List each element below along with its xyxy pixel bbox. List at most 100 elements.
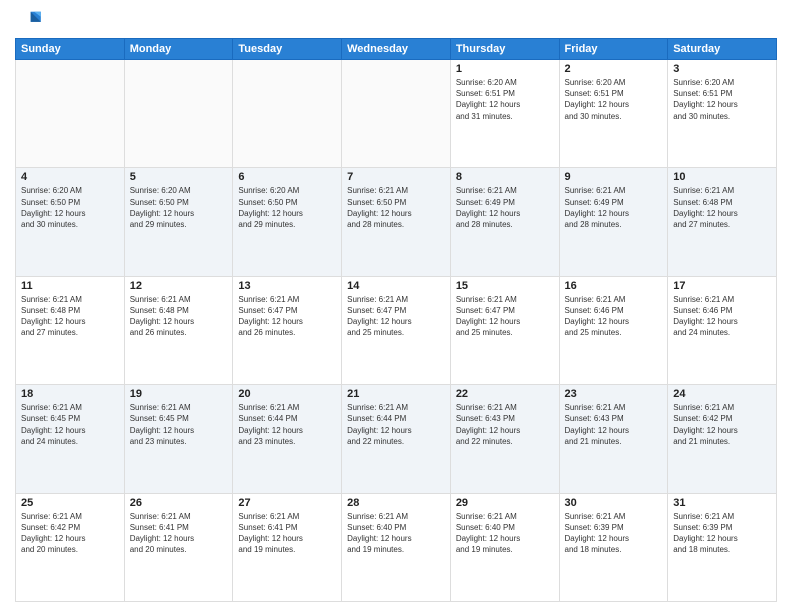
day-number: 13 (238, 280, 336, 292)
logo (15, 10, 46, 32)
weekday-header: Wednesday (342, 39, 451, 60)
day-number: 10 (673, 171, 771, 183)
day-number: 22 (456, 388, 554, 400)
day-number: 29 (456, 497, 554, 509)
day-info: Sunrise: 6:21 AM Sunset: 6:43 PM Dayligh… (456, 402, 554, 447)
calendar-week-row: 4Sunrise: 6:20 AM Sunset: 6:50 PM Daylig… (16, 168, 777, 276)
weekday-header-row: SundayMondayTuesdayWednesdayThursdayFrid… (16, 39, 777, 60)
day-info: Sunrise: 6:21 AM Sunset: 6:40 PM Dayligh… (456, 511, 554, 556)
day-number: 9 (565, 171, 663, 183)
day-number: 30 (565, 497, 663, 509)
calendar-cell: 2Sunrise: 6:20 AM Sunset: 6:51 PM Daylig… (559, 60, 668, 168)
calendar-week-row: 25 Sunrise: 6:21 AM Sunset: 6:42 PM Dayli… (16, 493, 777, 601)
day-info: Sunrise: 6:21 AM Sunset: 6:45 PM Dayligh… (21, 402, 119, 447)
day-info: Sunrise: 6:21 AM Sunset: 6:49 PM Dayligh… (565, 185, 663, 230)
page: SundayMondayTuesdayWednesdayThursdayFrid… (0, 0, 792, 612)
day-info: Sunrise: 6:20 AM Sunset: 6:50 PM Dayligh… (21, 185, 119, 230)
calendar-cell: 26 Sunrise: 6:21 AM Sunset: 6:41 PM Dayli… (124, 493, 233, 601)
calendar-week-row: 18Sunrise: 6:21 AM Sunset: 6:45 PM Dayli… (16, 385, 777, 493)
calendar-week-row: 1 Sunrise: 6:20 AM Sunset: 6:51 PM Daylig… (16, 60, 777, 168)
day-number: 25 (21, 497, 119, 509)
calendar-cell: 20 Sunrise: 6:21 AM Sunset: 6:44 PM Dayli… (233, 385, 342, 493)
day-info: Sunrise: 6:21 AM Sunset: 6:47 PM Dayligh… (456, 294, 554, 339)
weekday-header: Saturday (668, 39, 777, 60)
calendar-cell (342, 60, 451, 168)
calendar-cell: 17 Sunrise: 6:21 AM Sunset: 6:46 PM Dayli… (668, 276, 777, 384)
calendar-week-row: 11 Sunrise: 6:21 AM Sunset: 6:48 PM Dayli… (16, 276, 777, 384)
day-info: Sunrise: 6:21 AM Sunset: 6:39 PM Dayligh… (565, 511, 663, 556)
calendar-cell: 7 Sunrise: 6:21 AM Sunset: 6:50 PM Daylig… (342, 168, 451, 276)
calendar-cell: 31 Sunrise: 6:21 AM Sunset: 6:39 PM Dayli… (668, 493, 777, 601)
calendar-cell: 3 Sunrise: 6:20 AM Sunset: 6:51 PM Daylig… (668, 60, 777, 168)
calendar-cell: 16 Sunrise: 6:21 AM Sunset: 6:46 PM Dayli… (559, 276, 668, 384)
day-number: 7 (347, 171, 445, 183)
day-number: 1 (456, 63, 554, 75)
day-number: 24 (673, 388, 771, 400)
day-info: Sunrise: 6:21 AM Sunset: 6:46 PM Dayligh… (565, 294, 663, 339)
calendar-cell (233, 60, 342, 168)
day-number: 21 (347, 388, 445, 400)
day-info: Sunrise: 6:21 AM Sunset: 6:48 PM Dayligh… (673, 185, 771, 230)
day-info: Sunrise: 6:21 AM Sunset: 6:39 PM Dayligh… (673, 511, 771, 556)
calendar-cell: 13 Sunrise: 6:21 AM Sunset: 6:47 PM Dayli… (233, 276, 342, 384)
calendar-table: SundayMondayTuesdayWednesdayThursdayFrid… (15, 38, 777, 602)
calendar-cell: 6Sunrise: 6:20 AM Sunset: 6:50 PM Daylig… (233, 168, 342, 276)
day-info: Sunrise: 6:21 AM Sunset: 6:48 PM Dayligh… (130, 294, 228, 339)
day-number: 11 (21, 280, 119, 292)
calendar-cell (124, 60, 233, 168)
day-info: Sunrise: 6:21 AM Sunset: 6:41 PM Dayligh… (238, 511, 336, 556)
day-number: 19 (130, 388, 228, 400)
logo-icon (15, 10, 43, 32)
day-number: 16 (565, 280, 663, 292)
day-info: Sunrise: 6:21 AM Sunset: 6:50 PM Dayligh… (347, 185, 445, 230)
day-info: Sunrise: 6:21 AM Sunset: 6:44 PM Dayligh… (238, 402, 336, 447)
weekday-header: Tuesday (233, 39, 342, 60)
day-number: 27 (238, 497, 336, 509)
day-info: Sunrise: 6:21 AM Sunset: 6:48 PM Dayligh… (21, 294, 119, 339)
weekday-header: Monday (124, 39, 233, 60)
day-info: Sunrise: 6:21 AM Sunset: 6:47 PM Dayligh… (347, 294, 445, 339)
day-number: 28 (347, 497, 445, 509)
day-info: Sunrise: 6:21 AM Sunset: 6:40 PM Dayligh… (347, 511, 445, 556)
day-info: Sunrise: 6:20 AM Sunset: 6:51 PM Dayligh… (456, 77, 554, 122)
calendar-cell: 21 Sunrise: 6:21 AM Sunset: 6:44 PM Dayli… (342, 385, 451, 493)
day-info: Sunrise: 6:21 AM Sunset: 6:46 PM Dayligh… (673, 294, 771, 339)
day-info: Sunrise: 6:21 AM Sunset: 6:45 PM Dayligh… (130, 402, 228, 447)
calendar-cell: 30 Sunrise: 6:21 AM Sunset: 6:39 PM Dayli… (559, 493, 668, 601)
day-info: Sunrise: 6:21 AM Sunset: 6:42 PM Dayligh… (673, 402, 771, 447)
day-info: Sunrise: 6:21 AM Sunset: 6:42 PM Dayligh… (21, 511, 119, 556)
calendar-cell: 10 Sunrise: 6:21 AM Sunset: 6:48 PM Dayli… (668, 168, 777, 276)
day-info: Sunrise: 6:21 AM Sunset: 6:41 PM Dayligh… (130, 511, 228, 556)
day-number: 3 (673, 63, 771, 75)
calendar-cell (16, 60, 125, 168)
calendar-cell: 18Sunrise: 6:21 AM Sunset: 6:45 PM Dayli… (16, 385, 125, 493)
day-number: 23 (565, 388, 663, 400)
day-info: Sunrise: 6:20 AM Sunset: 6:50 PM Dayligh… (130, 185, 228, 230)
day-info: Sunrise: 6:21 AM Sunset: 6:47 PM Dayligh… (238, 294, 336, 339)
day-number: 5 (130, 171, 228, 183)
day-number: 31 (673, 497, 771, 509)
calendar-cell: 4Sunrise: 6:20 AM Sunset: 6:50 PM Daylig… (16, 168, 125, 276)
header (15, 10, 777, 32)
calendar-cell: 23Sunrise: 6:21 AM Sunset: 6:43 PM Dayli… (559, 385, 668, 493)
day-number: 12 (130, 280, 228, 292)
day-number: 20 (238, 388, 336, 400)
calendar-cell: 29 Sunrise: 6:21 AM Sunset: 6:40 PM Dayli… (450, 493, 559, 601)
day-number: 8 (456, 171, 554, 183)
calendar-cell: 14Sunrise: 6:21 AM Sunset: 6:47 PM Dayli… (342, 276, 451, 384)
calendar-cell: 1 Sunrise: 6:20 AM Sunset: 6:51 PM Daylig… (450, 60, 559, 168)
calendar-cell: 25 Sunrise: 6:21 AM Sunset: 6:42 PM Dayli… (16, 493, 125, 601)
day-number: 2 (565, 63, 663, 75)
day-info: Sunrise: 6:20 AM Sunset: 6:50 PM Dayligh… (238, 185, 336, 230)
day-info: Sunrise: 6:21 AM Sunset: 6:49 PM Dayligh… (456, 185, 554, 230)
weekday-header: Sunday (16, 39, 125, 60)
calendar-cell: 28 Sunrise: 6:21 AM Sunset: 6:40 PM Dayli… (342, 493, 451, 601)
calendar-cell: 11 Sunrise: 6:21 AM Sunset: 6:48 PM Dayli… (16, 276, 125, 384)
day-number: 17 (673, 280, 771, 292)
day-info: Sunrise: 6:20 AM Sunset: 6:51 PM Dayligh… (673, 77, 771, 122)
calendar-cell: 22 Sunrise: 6:21 AM Sunset: 6:43 PM Dayli… (450, 385, 559, 493)
day-number: 26 (130, 497, 228, 509)
calendar-cell: 19 Sunrise: 6:21 AM Sunset: 6:45 PM Dayli… (124, 385, 233, 493)
calendar-cell: 27 Sunrise: 6:21 AM Sunset: 6:41 PM Dayli… (233, 493, 342, 601)
day-info: Sunrise: 6:21 AM Sunset: 6:44 PM Dayligh… (347, 402, 445, 447)
